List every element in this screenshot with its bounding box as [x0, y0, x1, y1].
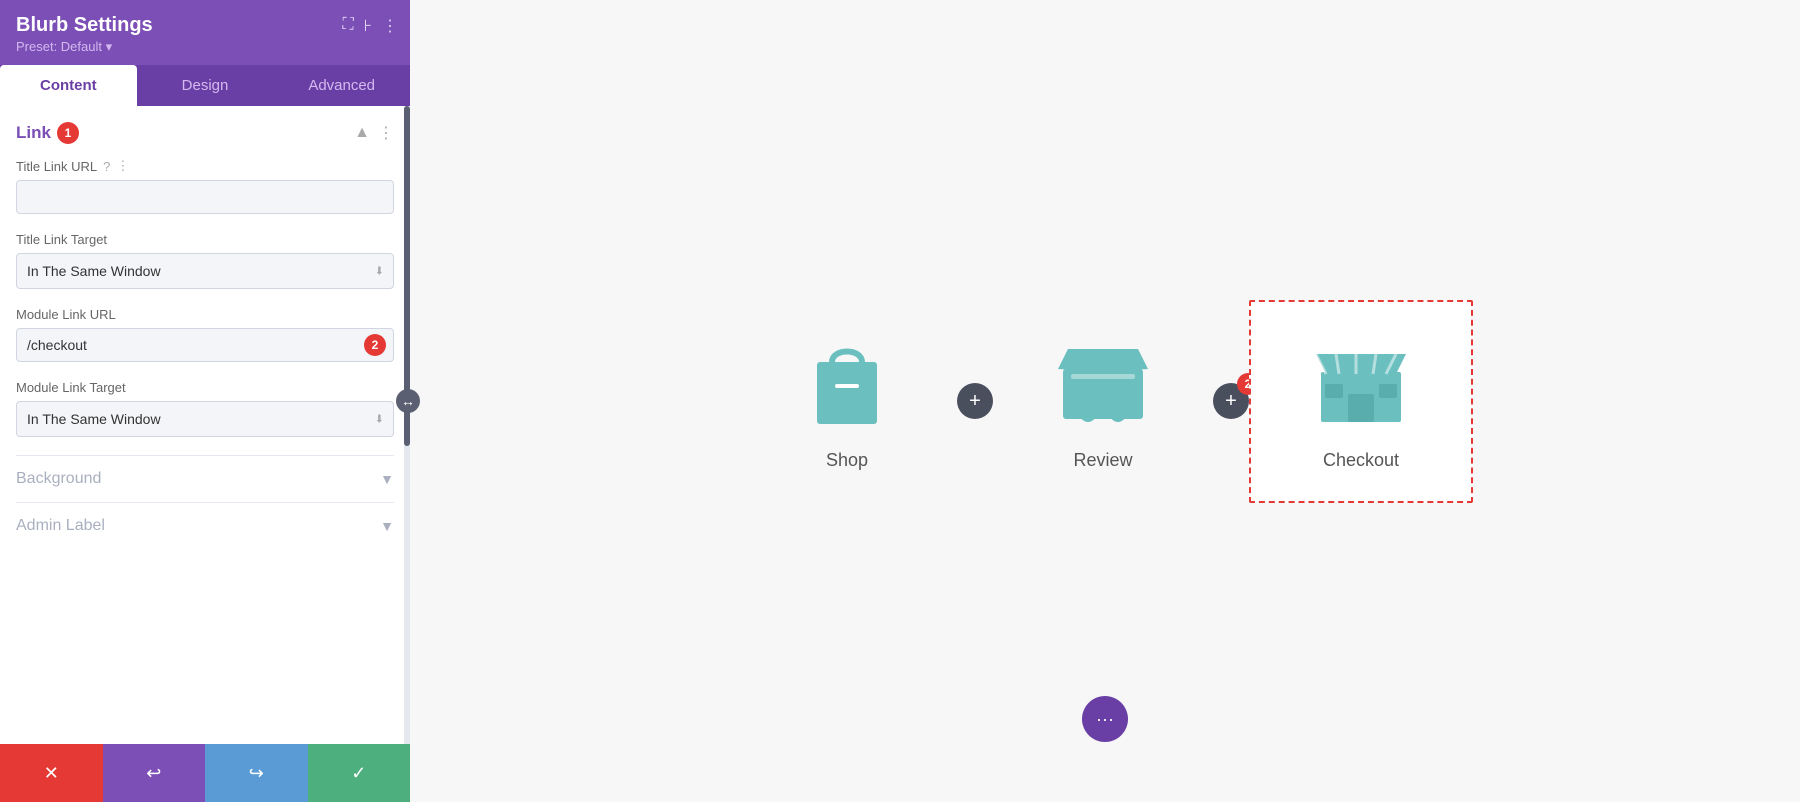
shop-icon: [797, 332, 897, 432]
section-title: Link 1: [16, 122, 79, 144]
module-link-target-label: Module Link Target: [16, 380, 394, 395]
more-icon[interactable]: ⋮: [382, 16, 398, 36]
panel-header-icons: ⛶ ⊦ ⋮: [342, 16, 398, 36]
module-link-url-wrap: 2: [16, 328, 394, 362]
panel-title: Blurb Settings: [16, 14, 394, 37]
shop-label: Shop: [826, 450, 868, 471]
blurb-review: Review: [993, 302, 1213, 501]
checkout-label: Checkout: [1323, 450, 1399, 471]
title-link-target-select[interactable]: In The Same Window In A New Window: [16, 253, 394, 289]
title-link-url-label: Title Link URL ? ⋮: [16, 158, 394, 174]
field-more-icon[interactable]: ⋮: [116, 158, 129, 174]
resize-handle[interactable]: ↔: [396, 389, 420, 413]
module-link-url-label: Module Link URL: [16, 307, 394, 322]
tabs: Content Design Advanced: [0, 65, 410, 106]
review-label: Review: [1073, 450, 1132, 471]
background-arrow: ▼: [380, 471, 394, 487]
save-button[interactable]: ✓: [308, 744, 411, 802]
admin-label-arrow: ▼: [380, 518, 394, 534]
module-link-target-group: Module Link Target In The Same Window In…: [16, 380, 394, 437]
add-btn-2-wrap: + 2: [1213, 383, 1249, 419]
module-link-url-group: Module Link URL 2: [16, 307, 394, 362]
title-link-target-group: Title Link Target In The Same Window In …: [16, 232, 394, 289]
module-link-target-select[interactable]: In The Same Window In A New Window: [16, 401, 394, 437]
bottom-bar: ✕ ↩ ↪ ✓: [0, 744, 410, 802]
cancel-button[interactable]: ✕: [0, 744, 103, 802]
module-link-target-select-wrap: In The Same Window In A New Window: [16, 401, 394, 437]
tab-content[interactable]: Content: [0, 65, 137, 106]
canvas-inner: Shop + Review + 2: [410, 0, 1800, 802]
more-options-button[interactable]: ···: [1082, 696, 1128, 742]
panel-body: Link 1 ▲ ⋮ Title Link URL ? ⋮: [0, 106, 410, 744]
section-more-icon[interactable]: ⋮: [378, 123, 394, 143]
background-label: Background: [16, 470, 101, 488]
link-badge: 1: [57, 122, 79, 144]
add-btn-1[interactable]: +: [957, 383, 993, 419]
module-link-badge: 2: [364, 334, 386, 356]
tab-design[interactable]: Design: [137, 65, 274, 106]
undo-button[interactable]: ↩: [103, 744, 206, 802]
title-link-target-label: Title Link Target: [16, 232, 394, 247]
module-link-url-input[interactable]: [16, 328, 394, 362]
admin-label-section[interactable]: Admin Label ▼: [16, 502, 394, 549]
review-icon: [1053, 332, 1153, 432]
link-section: Link 1 ▲ ⋮ Title Link URL ? ⋮: [16, 122, 394, 437]
checkout-icon: [1311, 332, 1411, 432]
redo-button[interactable]: ↪: [205, 744, 308, 802]
section-actions: ▲ ⋮: [354, 123, 394, 143]
blurb-shop: Shop: [737, 302, 957, 501]
left-panel: Blurb Settings Preset: Default ▾ ⛶ ⊦ ⋮ C…: [0, 0, 410, 802]
blurb-checkout[interactable]: Checkout: [1249, 300, 1473, 503]
tab-advanced[interactable]: Advanced: [273, 65, 410, 106]
help-icon[interactable]: ?: [103, 159, 110, 174]
title-link-url-group: Title Link URL ? ⋮: [16, 158, 394, 214]
title-link-url-input[interactable]: [16, 180, 394, 214]
canvas: Shop + Review + 2: [410, 0, 1800, 802]
background-section[interactable]: Background ▼: [16, 455, 394, 502]
link-label: Link: [16, 123, 51, 143]
title-link-target-select-wrap: In The Same Window In A New Window: [16, 253, 394, 289]
admin-label-label: Admin Label: [16, 517, 105, 535]
panel-header: Blurb Settings Preset: Default ▾ ⛶ ⊦ ⋮: [0, 0, 410, 65]
collapse-icon[interactable]: ▲: [354, 124, 370, 142]
columns-icon[interactable]: ⊦: [364, 16, 372, 36]
expand-icon[interactable]: ⛶: [342, 16, 353, 36]
section-header: Link 1 ▲ ⋮: [16, 122, 394, 144]
panel-preset[interactable]: Preset: Default ▾: [16, 39, 394, 55]
